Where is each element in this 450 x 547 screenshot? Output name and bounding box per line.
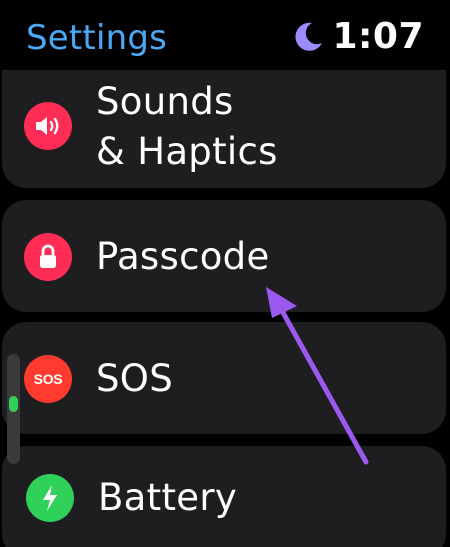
passcode-label: Passcode: [96, 235, 270, 278]
sos-icon: SOS: [24, 355, 72, 403]
list-item-battery[interactable]: Battery: [2, 446, 446, 547]
scroll-indicator[interactable]: [7, 354, 20, 464]
battery-label: Battery: [98, 476, 238, 519]
sounds-label-line1: Sounds: [96, 80, 234, 123]
lock-icon: [24, 233, 72, 281]
moon-icon: [295, 22, 323, 51]
list-item-sounds-haptics[interactable]: Sounds & Haptics: [2, 70, 446, 188]
status-clock: 1:07: [290, 16, 424, 57]
list-item-sos[interactable]: SOS SOS: [2, 322, 446, 434]
watch-screen: Settings 1:07 Sounds & Haptics Passcode: [0, 0, 450, 547]
sos-icon-text: SOS: [33, 371, 63, 387]
bolt-icon: [26, 474, 74, 522]
speaker-icon: [24, 102, 72, 150]
time-label: 1:07: [332, 16, 424, 57]
sos-label: SOS: [96, 357, 173, 400]
page-title[interactable]: Settings: [26, 18, 167, 58]
list-item-passcode[interactable]: Passcode: [2, 200, 446, 312]
sounds-label-line2: & Haptics: [96, 130, 278, 173]
scroll-thumb[interactable]: [9, 396, 18, 412]
